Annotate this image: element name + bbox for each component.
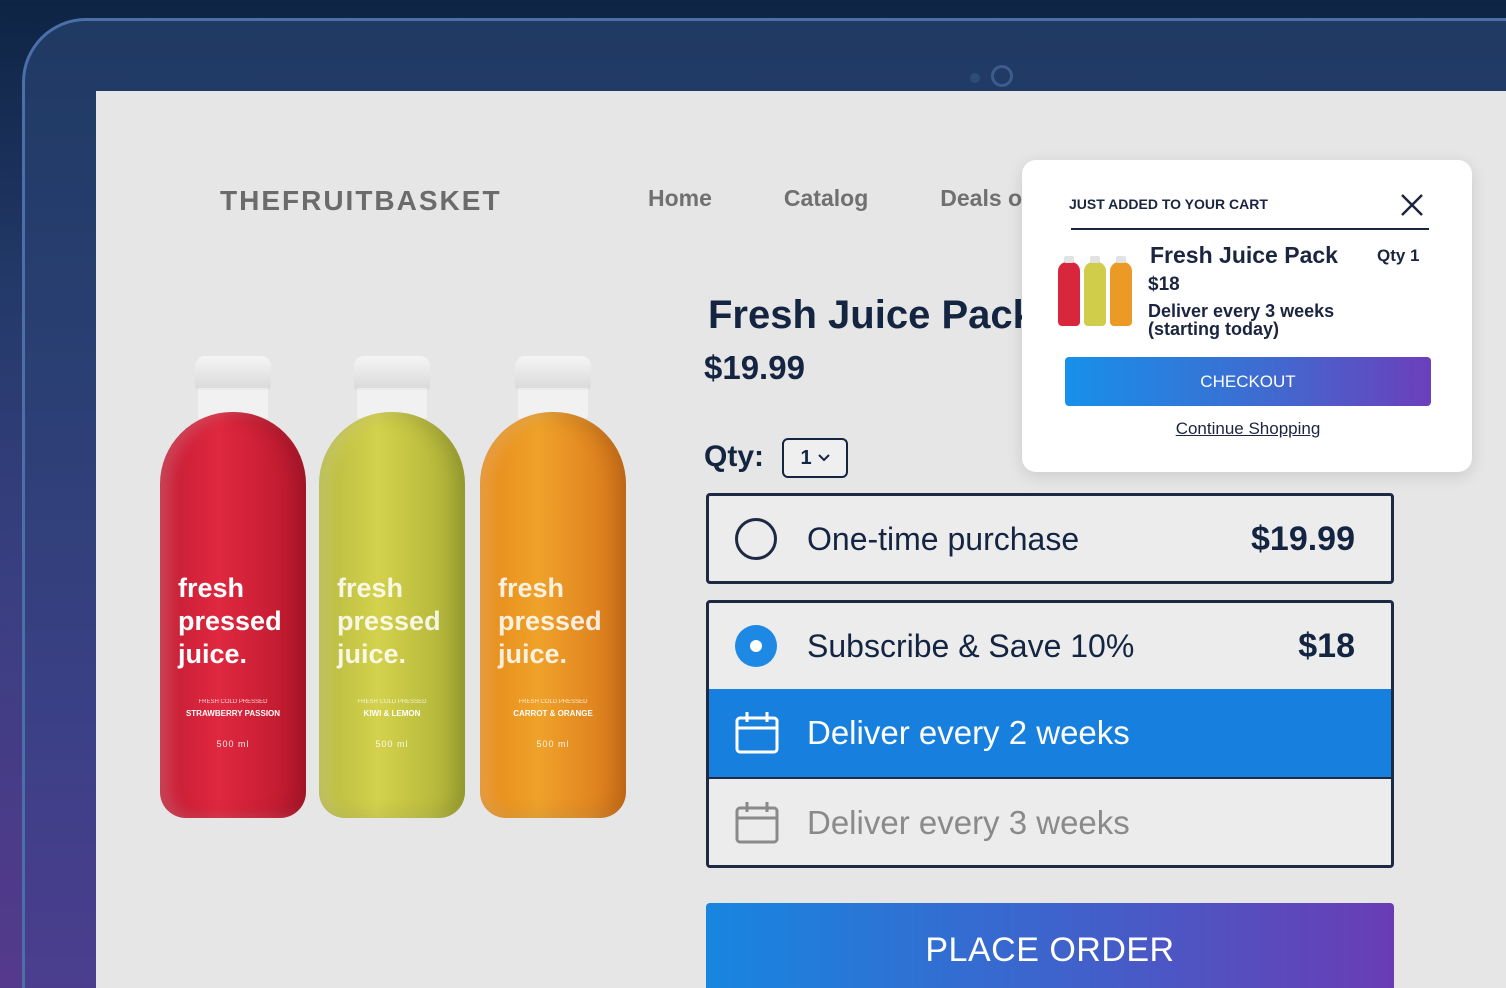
bottle-headline: fresh pressed juice. (337, 573, 441, 669)
qty-value: 1 (800, 446, 812, 469)
cart-item-delivery-start: (starting today) (1148, 319, 1280, 339)
one-time-radio[interactable] (735, 518, 777, 560)
product-price: $19.99 (704, 349, 805, 386)
bottle-headline: fresh pressed juice. (178, 573, 282, 669)
qty-label: Qty: (704, 440, 764, 473)
frequency-label-2-weeks: Deliver every 2 weeks (807, 714, 1130, 751)
cart-item-delivery-frequency: Deliver every 3 weeks (1148, 301, 1335, 321)
divider (1071, 228, 1429, 230)
bottle-flavor: FRESH COLD PRESSED CARROT & ORANGE (496, 696, 610, 720)
product-image: fresh pressed juice. FRESH COLD PRESSED … (158, 356, 638, 826)
cart-popup-heading: JUST ADDED TO YOUR CART (1069, 196, 1268, 212)
bottle-flavor-name: STRAWBERRY PASSION (185, 709, 281, 718)
juice-bottle-carrot: fresh pressed juice. FRESH COLD PRESSED … (478, 356, 628, 821)
camera-sensor-icon (970, 73, 980, 83)
juice-bottle-strawberry: fresh pressed juice. FRESH COLD PRESSED … (158, 356, 308, 821)
close-icon[interactable] (1398, 191, 1426, 219)
bottle-flavor-name: CARROT & ORANGE (513, 709, 593, 718)
bottle-cap (515, 356, 591, 390)
cart-item-price: $18 (1148, 274, 1180, 295)
chevron-down-icon (817, 454, 830, 462)
calendar-icon (735, 712, 779, 754)
frequency-option-3-weeks[interactable]: Deliver every 3 weeks (709, 777, 1391, 865)
subscribe-price: $18 (1298, 626, 1355, 665)
nav-catalog[interactable]: Catalog (784, 185, 868, 212)
frequency-option-2-weeks[interactable]: Deliver every 2 weeks (709, 689, 1391, 777)
continue-shopping-link[interactable]: Continue Shopping (1022, 419, 1474, 439)
bottle-volume: 500 ml (536, 739, 570, 749)
bottle-flavor: FRESH COLD PRESSED STRAWBERRY PASSION (176, 696, 290, 720)
qty-select[interactable]: 1 (782, 438, 848, 478)
place-order-button[interactable]: PLACE ORDER (706, 903, 1394, 988)
checkout-button[interactable]: CHECKOUT (1065, 357, 1431, 406)
juice-bottle-kiwi: fresh pressed juice. FRESH COLD PRESSED … (317, 356, 467, 821)
nav-deals[interactable]: Deals o (940, 185, 1022, 212)
bottle-flavor-name: KIWI & LEMON (363, 709, 421, 718)
mini-bottle (1058, 256, 1080, 326)
camera-icon (991, 65, 1013, 87)
bottle-subtitle: FRESH COLD PRESSED (518, 699, 588, 705)
cart-popup: JUST ADDED TO YOUR CART Fresh Juice Pack… (1022, 160, 1472, 472)
cart-item-delivery: Deliver every 3 weeks (starting today) (1148, 302, 1334, 338)
cart-item-qty: Qty 1 (1377, 246, 1420, 265)
subscribe-row[interactable]: Subscribe & Save 10% $18 (709, 603, 1391, 689)
one-time-label: One-time purchase (807, 520, 1080, 557)
bottle-headline: fresh pressed juice. (498, 573, 602, 669)
bottle-volume: 500 ml (375, 739, 409, 749)
one-time-row[interactable]: One-time purchase $19.99 (709, 496, 1391, 582)
one-time-purchase-option[interactable]: One-time purchase $19.99 (706, 493, 1394, 584)
subscribe-radio[interactable] (735, 625, 777, 667)
bottle-subtitle: FRESH COLD PRESSED (357, 699, 427, 705)
bottle-flavor: FRESH COLD PRESSED KIWI & LEMON (335, 696, 449, 720)
subscribe-label: Subscribe & Save 10% (807, 627, 1135, 664)
cart-item-thumbnail (1058, 256, 1134, 328)
bottle-volume: 500 ml (216, 739, 250, 749)
one-time-price: $19.99 (1251, 519, 1355, 558)
mini-bottle (1110, 256, 1132, 326)
bottle-cap (195, 356, 271, 390)
subscribe-option[interactable]: Subscribe & Save 10% $18 Deliver every 2… (706, 600, 1394, 868)
nav-home[interactable]: Home (648, 185, 712, 212)
cart-item-title: Fresh Juice Pack (1150, 242, 1338, 268)
site-logo[interactable]: THEFRUITBASKET (220, 185, 502, 217)
calendar-icon (735, 802, 779, 844)
bottle-cap (354, 356, 430, 390)
frequency-label-3-weeks: Deliver every 3 weeks (807, 804, 1130, 841)
product-title: Fresh Juice Pack (708, 293, 1035, 337)
bottle-subtitle: FRESH COLD PRESSED (198, 699, 268, 705)
mini-bottle (1084, 256, 1106, 326)
